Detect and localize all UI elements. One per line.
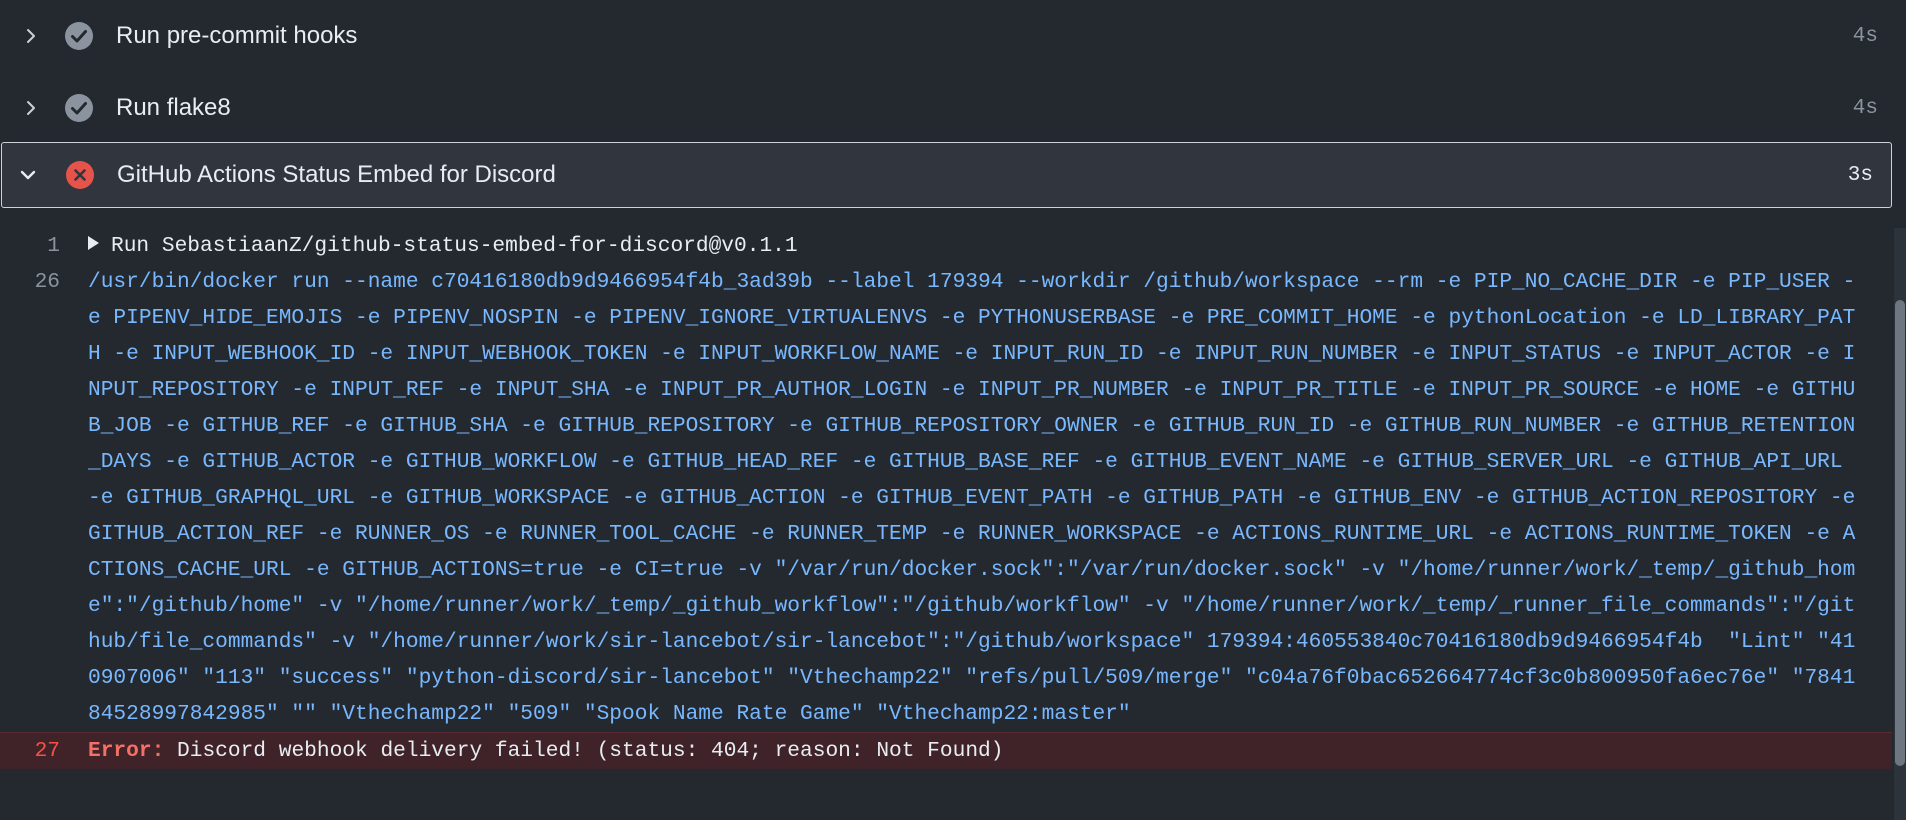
log-line-error: 27 Error: Discord webhook delivery faile…	[0, 732, 1892, 769]
log-line-command: 26 /usr/bin/docker run --name c70416180d…	[0, 264, 1906, 732]
check-circle-icon	[65, 22, 93, 50]
error-message: Discord webhook delivery failed! (status…	[164, 739, 1004, 763]
step-run-flake8[interactable]: Run flake8 4s	[0, 72, 1906, 144]
chevron-right-icon[interactable]	[22, 99, 40, 117]
line-number[interactable]: 26	[0, 264, 88, 732]
x-circle-icon	[66, 161, 94, 189]
line-number[interactable]: 27	[0, 733, 88, 769]
step-name: Run flake8	[116, 94, 231, 121]
log-group-text: Run SebastiaanZ/github-status-embed-for-…	[88, 228, 1868, 264]
step-name: GitHub Actions Status Embed for Discord	[117, 161, 556, 188]
log-line-group[interactable]: 1 Run SebastiaanZ/github-status-embed-fo…	[0, 228, 1906, 264]
triangle-right-icon[interactable]	[88, 236, 99, 251]
step-github-actions-status-embed[interactable]: GitHub Actions Status Embed for Discord …	[1, 142, 1892, 208]
step-duration: 4s	[1852, 24, 1878, 48]
chevron-down-icon[interactable]	[19, 166, 37, 184]
error-label: Error:	[88, 739, 165, 763]
step-run-pre-commit-hooks[interactable]: Run pre-commit hooks 4s	[0, 0, 1906, 72]
line-number[interactable]: 1	[0, 228, 88, 264]
log-error-text: Error: Discord webhook delivery failed! …	[88, 733, 1868, 769]
scrollbar-thumb[interactable]	[1895, 300, 1905, 766]
chevron-right-icon[interactable]	[22, 27, 40, 45]
log-command-text: /usr/bin/docker run --name c70416180db9d…	[88, 270, 1869, 726]
step-log: 1 Run SebastiaanZ/github-status-embed-fo…	[0, 228, 1906, 769]
check-circle-icon	[65, 94, 93, 122]
step-name: Run pre-commit hooks	[116, 22, 358, 49]
log-group-label: Run SebastiaanZ/github-status-embed-for-…	[111, 234, 798, 258]
step-duration: 4s	[1852, 96, 1878, 120]
step-duration: 3s	[1847, 163, 1873, 187]
